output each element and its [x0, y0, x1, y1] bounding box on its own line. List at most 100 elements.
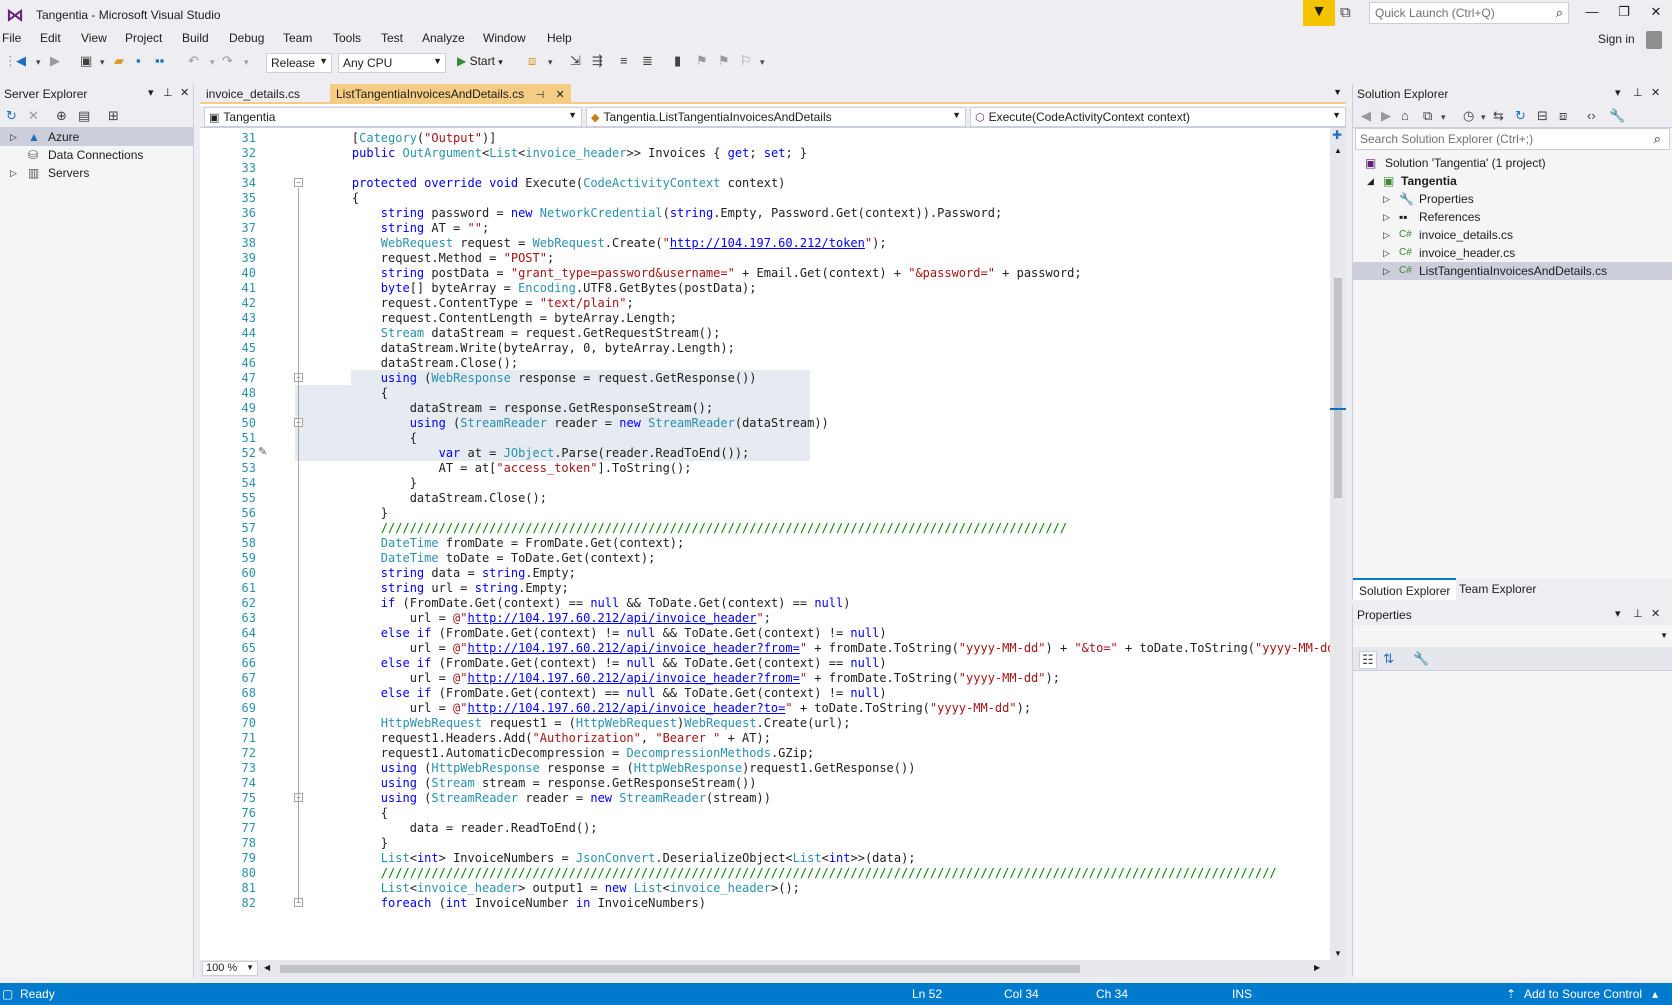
previous-bookmark-icon[interactable]: ⚑	[696, 53, 708, 69]
code-line[interactable]: 52 var at = JObject.Parse(reader.ReadToE…	[200, 445, 1330, 461]
connect-server-icon[interactable]: ▤	[78, 108, 90, 124]
tree-item-properties[interactable]: ▷ 🔧 Properties	[1353, 190, 1672, 208]
tab-overflow-icon[interactable]: ▼	[1333, 87, 1342, 97]
code-line[interactable]: 47 using (WebResponse response = request…	[200, 370, 1330, 386]
undo-icon[interactable]: ↶	[188, 53, 199, 69]
notifications-icon[interactable]: ⧉	[1340, 4, 1351, 21]
tree-item-invoice-details[interactable]: ▷ C# invoice_details.cs	[1353, 226, 1672, 244]
code-line[interactable]: 39 request.Method = "POST";	[200, 250, 1330, 266]
menu-edit[interactable]: Edit	[40, 31, 61, 45]
code-text-area[interactable]: 31 [Category("Output")] 32 public OutArgu…	[200, 128, 1330, 960]
back-dropdown-icon[interactable]: ▾	[36, 57, 41, 68]
tree-item-solution[interactable]: ▣ Solution 'Tangentia' (1 project)	[1353, 154, 1672, 172]
tab-team-explorer[interactable]: Team Explorer	[1453, 578, 1542, 600]
property-pages-icon[interactable]: 🔧	[1413, 651, 1429, 667]
panel-menu-icon[interactable]: ▾	[148, 86, 154, 99]
close-window-button[interactable]: ✕	[1642, 4, 1670, 20]
filter-dropdown-icon[interactable]: ▾	[1481, 112, 1486, 123]
next-bookmark-icon[interactable]: ⚑	[718, 53, 730, 69]
scroll-thumb[interactable]	[1334, 278, 1342, 498]
comment-out-icon[interactable]: ≡	[620, 53, 628, 68]
quick-actions-brush-icon[interactable]: ✎	[258, 445, 267, 458]
code-line[interactable]: 73 using (HttpWebResponse response = (Ht…	[200, 760, 1330, 776]
expand-icon[interactable]: ▷	[1383, 244, 1390, 262]
type-dropdown[interactable]: ◆ Tangentia.ListTangentiaInvoicesAndDetai…	[586, 107, 966, 127]
code-line[interactable]: 58 DateTime fromDate = FromDate.Get(cont…	[200, 535, 1330, 551]
code-line[interactable]: 44 Stream dataStream = request.GetReques…	[200, 325, 1330, 341]
code-line[interactable]: 32 public OutArgument<List<invoice_heade…	[200, 145, 1330, 161]
collapse-icon[interactable]: ◢	[1367, 172, 1374, 190]
vertical-scrollbar[interactable]: ✚ ▲ ▼	[1330, 128, 1346, 960]
pin-tab-icon[interactable]: ⊣	[535, 90, 544, 101]
code-line[interactable]: 31 [Category("Output")]	[200, 130, 1330, 146]
close-icon[interactable]: ✕	[1651, 607, 1660, 620]
close-icon[interactable]: ✕	[1651, 86, 1660, 99]
code-line[interactable]: 69 url = @"http://104.197.60.212/api/inv…	[200, 700, 1330, 716]
tree-item-data-connections[interactable]: ⛁ Data Connections	[0, 146, 193, 164]
code-line[interactable]: 35 {	[200, 190, 1330, 206]
save-icon[interactable]: ▪	[136, 53, 141, 68]
menu-project[interactable]: Project	[125, 31, 162, 45]
menu-help[interactable]: Help	[547, 31, 572, 45]
code-line[interactable]: 74 using (Stream stream = response.GetRe…	[200, 775, 1330, 791]
code-line[interactable]: 76 {	[200, 805, 1330, 821]
menu-tools[interactable]: Tools	[333, 31, 361, 45]
properties-object-selector[interactable]: ▼	[1353, 625, 1672, 647]
code-line[interactable]: 38 WebRequest request = WebRequest.Creat…	[200, 235, 1330, 251]
code-line[interactable]: 51 {	[200, 430, 1330, 446]
solution-platform-dropdown[interactable]: Any CPU ▼	[338, 53, 446, 73]
menu-analyze[interactable]: Analyze	[422, 31, 465, 45]
menu-build[interactable]: Build	[182, 31, 209, 45]
clear-bookmarks-icon[interactable]: ⚐	[740, 53, 752, 69]
start-dropdown-icon[interactable]: ▾	[498, 57, 503, 67]
code-line[interactable]: 43 request.ContentLength = byteArray.Len…	[200, 310, 1330, 326]
bookmark-icon[interactable]: ▮	[674, 53, 681, 69]
collapse-region-icon[interactable]: −	[294, 178, 303, 187]
menu-file[interactable]: File	[2, 31, 21, 45]
code-line[interactable]: 61 string url = string.Empty;	[200, 580, 1330, 596]
pending-changes-filter-icon[interactable]: ◷	[1463, 108, 1474, 124]
save-all-icon[interactable]: ▪▪	[155, 53, 164, 68]
source-control-arrow-icon[interactable]: ▴	[1652, 987, 1658, 1001]
tree-item-project[interactable]: ◢ ▣ Tangentia	[1353, 172, 1672, 190]
scroll-left-icon[interactable]: ◀	[264, 963, 270, 972]
find-in-files-icon[interactable]: ⧈	[528, 53, 536, 69]
code-line[interactable]: 66 else if (FromDate.Get(context) != nul…	[200, 655, 1330, 671]
member-dropdown[interactable]: ⬡ Execute(CodeActivityContext context) ▼	[970, 107, 1346, 127]
tab-invoice-details[interactable]: invoice_details.cs	[200, 84, 306, 104]
navigate-forward-icon[interactable]: ▶	[50, 53, 60, 69]
code-line[interactable]: 63 url = @"http://104.197.60.212/api/inv…	[200, 610, 1330, 626]
horizontal-scroll-thumb[interactable]	[280, 965, 1080, 973]
show-all-files-icon[interactable]: ⧈	[1559, 108, 1567, 124]
quick-launch-input[interactable]: Quick Launch (Ctrl+Q) ⌕	[1369, 2, 1569, 24]
code-line[interactable]: 46 dataStream.Close();	[200, 355, 1330, 371]
properties-wrench-icon[interactable]: 🔧	[1609, 108, 1625, 124]
step-into-icon[interactable]: ⇲	[570, 53, 581, 69]
code-line[interactable]: 55 dataStream.Close();	[200, 490, 1330, 506]
feedback-filter-icon[interactable]: ▼	[1303, 0, 1335, 26]
new-project-dropdown-icon[interactable]: ▾	[100, 57, 105, 68]
code-line[interactable]: 53 AT = at["access_token"].ToString();	[200, 460, 1330, 476]
switch-views-icon[interactable]: ⧉	[1423, 108, 1432, 124]
code-line[interactable]: 37 string AT = "";	[200, 220, 1330, 236]
code-line[interactable]: 45 dataStream.Write(byteArray, 0, byteAr…	[200, 340, 1330, 356]
home-icon[interactable]: ⌂	[1401, 108, 1409, 123]
expand-icon[interactable]: ▷	[1383, 226, 1390, 244]
code-line[interactable]: 78 }	[200, 835, 1330, 851]
code-line[interactable]: 77 data = reader.ReadToEnd();	[200, 820, 1330, 836]
account-avatar-icon[interactable]	[1646, 31, 1662, 49]
menu-view[interactable]: View	[81, 31, 107, 45]
tree-item-azure[interactable]: ▷ ▲ Azure	[0, 128, 193, 146]
uncomment-icon[interactable]: ≣	[642, 53, 653, 69]
panel-menu-icon[interactable]: ▾	[1615, 607, 1621, 620]
code-line[interactable]: 67 url = @"http://104.197.60.212/api/inv…	[200, 670, 1330, 686]
scroll-right-icon[interactable]: ▶	[1314, 963, 1320, 972]
connect-database-icon[interactable]: ⊕	[56, 108, 67, 124]
refresh-icon[interactable]: ↻	[6, 108, 17, 124]
find-dropdown-icon[interactable]: ▾	[548, 57, 553, 68]
open-file-icon[interactable]: ▰	[114, 53, 124, 69]
code-line[interactable]: 48 {	[200, 385, 1330, 401]
new-project-icon[interactable]: ▣	[80, 53, 92, 69]
expand-icon[interactable]: ▷	[10, 164, 17, 182]
code-line[interactable]: 57 /////////////////////////////////////…	[200, 520, 1330, 536]
